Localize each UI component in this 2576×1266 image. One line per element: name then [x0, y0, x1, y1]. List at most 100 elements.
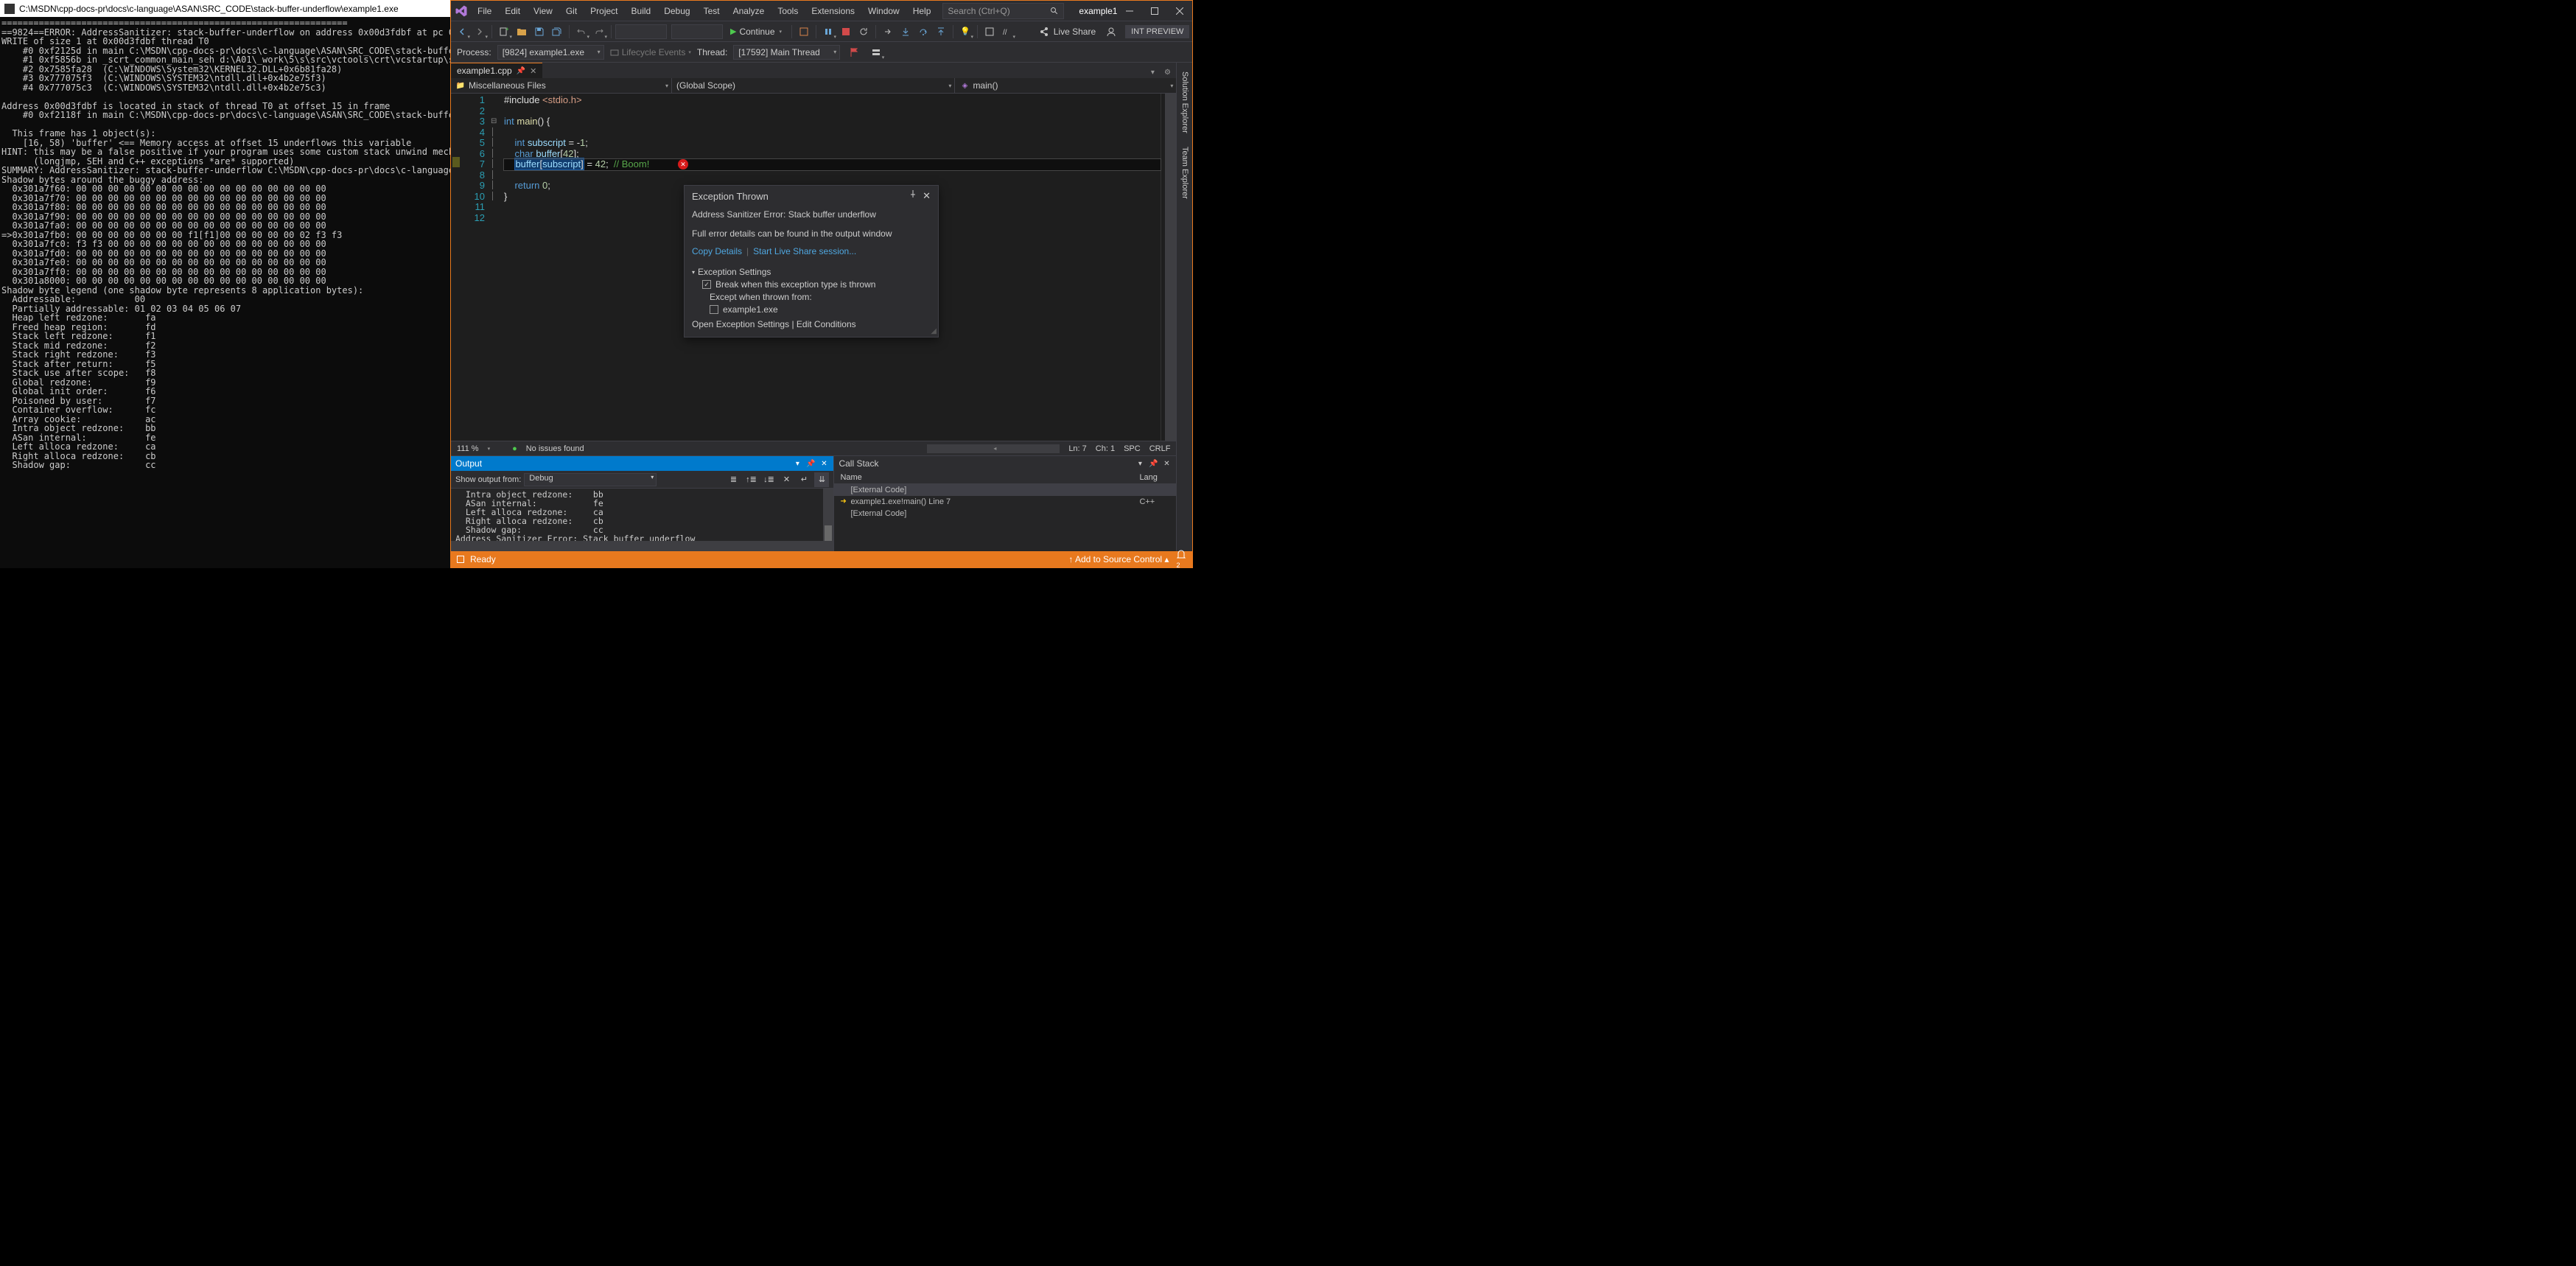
code-editor[interactable]: 123456789101112 ⊟│││││││ #include <stdio… — [451, 94, 1176, 441]
console-output[interactable]: ========================================… — [0, 17, 450, 568]
callstack-row[interactable]: [External Code] — [834, 508, 1176, 520]
callstack-close-button[interactable]: ✕ — [1161, 460, 1172, 468]
lineending-indicator[interactable]: CRLF — [1149, 444, 1171, 453]
add-source-control-button[interactable]: ↑ Add to Source Control ▴ — [1068, 554, 1169, 564]
tab-settings-button[interactable]: ⚙ — [1161, 66, 1173, 78]
file-tab-example1[interactable]: example1.cpp 📌 ✕ — [451, 63, 542, 78]
step-over-button[interactable] — [915, 24, 931, 40]
menu-tools[interactable]: Tools — [771, 1, 804, 21]
zoom-dropdown-icon[interactable]: ▾ — [488, 446, 491, 452]
show-next-statement-button[interactable] — [880, 24, 896, 40]
indent-indicator[interactable]: SPC — [1124, 444, 1141, 453]
edit-conditions-link[interactable]: Edit Conditions — [797, 319, 856, 329]
flag-thread-button[interactable] — [846, 44, 862, 60]
stop-button[interactable] — [838, 24, 854, 40]
forward-button[interactable] — [472, 24, 488, 40]
new-item-button[interactable]: + — [496, 24, 512, 40]
resize-grip-icon[interactable]: ◢ — [931, 327, 937, 335]
menu-help[interactable]: Help — [907, 1, 937, 21]
copy-details-link[interactable]: Copy Details — [692, 246, 742, 256]
breakpoints-dropdown[interactable]: 💡 — [957, 24, 973, 40]
int-preview-badge[interactable]: INT PREVIEW — [1125, 25, 1189, 38]
zoom-level[interactable]: 111 % — [457, 444, 479, 453]
menu-build[interactable]: Build — [626, 1, 657, 21]
lifecycle-events-button[interactable]: Lifecycle Events ▾ — [610, 47, 691, 57]
menu-debug[interactable]: Debug — [658, 1, 696, 21]
menu-test[interactable]: Test — [698, 1, 726, 21]
solution-platform-dropdown[interactable] — [671, 24, 723, 39]
callstack-row[interactable]: ➜example1.exe!main() Line 7C++ — [834, 496, 1176, 508]
nav-scope-dropdown[interactable]: (Global Scope) — [672, 78, 955, 93]
save-button[interactable] — [531, 24, 547, 40]
restart-button[interactable] — [855, 24, 872, 40]
output-wrap-button[interactable]: ↵ — [797, 472, 811, 487]
line-indicator[interactable]: Ln: 7 — [1068, 444, 1086, 453]
feedback-button[interactable] — [1103, 24, 1119, 40]
callstack-columns[interactable]: Name Lang — [834, 471, 1176, 484]
code-line[interactable] — [504, 106, 1161, 117]
output-clear-button[interactable]: ✕ — [779, 472, 794, 487]
exception-header[interactable]: Exception Thrown ✕ — [685, 186, 938, 206]
menu-extensions[interactable]: Extensions — [805, 1, 861, 21]
process-dropdown[interactable]: [9824] example1.exe — [497, 45, 604, 60]
output-source-dropdown[interactable]: Debug — [524, 473, 657, 486]
exception-close-button[interactable]: ✕ — [923, 190, 931, 202]
fold-gutter[interactable]: ⊟│││││││ — [491, 94, 501, 441]
hot-reload-button[interactable] — [796, 24, 812, 40]
output-close-button[interactable]: ✕ — [819, 460, 829, 468]
output-hscrollbar[interactable] — [451, 541, 833, 551]
exception-popup[interactable]: Exception Thrown ✕ Address Sanitizer Err… — [684, 185, 939, 338]
code-line[interactable] — [504, 127, 1161, 139]
callstack-body[interactable]: Name Lang [External Code]➜example1.exe!m… — [834, 471, 1176, 551]
callstack-row[interactable]: [External Code] — [834, 484, 1176, 496]
output-next-button[interactable]: ↓≣ — [761, 472, 776, 487]
pin-icon[interactable]: 📌 — [517, 67, 525, 75]
menu-file[interactable]: File — [472, 1, 497, 21]
output-autoscroll-button[interactable]: ⇊ — [814, 472, 829, 487]
output-body[interactable]: Intra object redzone: bb ASan internal: … — [451, 489, 833, 541]
step-into-button[interactable] — [897, 24, 914, 40]
continue-button[interactable]: ▶ Continue ▾ — [724, 24, 788, 40]
break-all all-button[interactable] — [820, 24, 836, 40]
console-titlebar[interactable]: C:\MSDN\cpp-docs-pr\docs\c-language\ASAN… — [0, 0, 450, 17]
col-indicator[interactable]: Ch: 1 — [1096, 444, 1115, 453]
tab-dropdown-button[interactable]: ▾ — [1147, 66, 1158, 78]
output-header[interactable]: Output ▾ 📌 ✕ — [451, 456, 833, 471]
output-dropdown-button[interactable]: ▾ — [792, 460, 802, 468]
step-out-button[interactable] — [933, 24, 949, 40]
output-prev-button[interactable]: ↑≣ — [743, 472, 758, 487]
stack-frame-dropdown[interactable] — [868, 44, 884, 60]
except-from-checkbox[interactable] — [710, 305, 718, 314]
undo-button[interactable] — [573, 24, 589, 40]
menu-analyze[interactable]: Analyze — [727, 1, 771, 21]
code-line[interactable]: char buffer[42]; — [504, 149, 1161, 160]
minimize-button[interactable] — [1117, 1, 1142, 21]
error-glyph-icon[interactable]: ✕ — [678, 159, 688, 169]
col-lang[interactable]: Lang — [1139, 471, 1176, 483]
menu-project[interactable]: Project — [584, 1, 623, 21]
code-line[interactable]: buffer[subscript] = 42; // Boom!✕ — [504, 159, 1161, 170]
vertical-scrollbar[interactable] — [1165, 94, 1176, 441]
find-in-files-button[interactable] — [981, 24, 998, 40]
menu-view[interactable]: View — [528, 1, 559, 21]
start-live-share-link[interactable]: Start Live Share session... — [753, 246, 856, 256]
comment-button[interactable]: // — [999, 24, 1015, 40]
menu-window[interactable]: Window — [862, 1, 906, 21]
vs-logo-icon[interactable] — [451, 4, 472, 18]
callstack-pin-button[interactable]: 📌 — [1148, 460, 1158, 468]
output-pin-button[interactable]: 📌 — [805, 460, 816, 468]
redo-button[interactable] — [591, 24, 607, 40]
code-line[interactable]: int main() { — [504, 116, 1161, 127]
menu-edit[interactable]: Edit — [499, 1, 526, 21]
thread-dropdown[interactable]: [17592] Main Thread — [733, 45, 840, 60]
output-scrollbar[interactable] — [823, 489, 833, 541]
menu-git[interactable]: Git — [560, 1, 583, 21]
exception-pin-button[interactable] — [909, 190, 917, 202]
open-file-button[interactable] — [514, 24, 530, 40]
line-number-gutter[interactable]: 123456789101112 — [461, 94, 491, 441]
break-when-checkbox[interactable]: ✓ — [702, 280, 711, 289]
close-button[interactable] — [1167, 1, 1192, 21]
search-box[interactable]: Search (Ctrl+Q) — [942, 3, 1064, 19]
horizontal-scrollbar[interactable]: ◂ — [927, 444, 1060, 453]
code-line[interactable]: #include <stdio.h> — [504, 95, 1161, 106]
